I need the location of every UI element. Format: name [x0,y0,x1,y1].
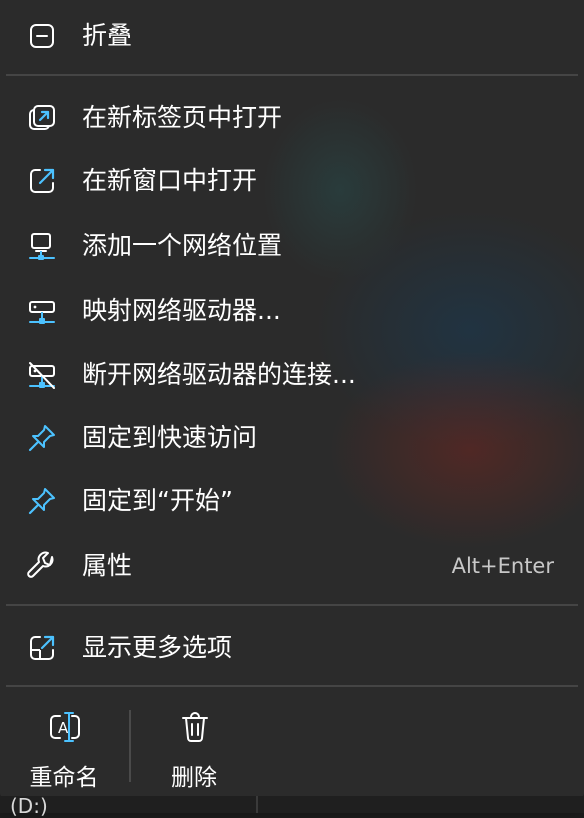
rename-button[interactable]: A 重命名 [8,698,120,794]
menu-item-label: 在新窗口中打开 [82,166,258,195]
menu-separator [6,74,578,76]
menu-item-pin-start[interactable]: 固定到“开始” [6,471,578,531]
menu-item-disconnect-network-drive[interactable]: 断开网络驱动器的连接... [6,345,578,405]
menu-item-label: 属性 [82,551,133,580]
pin-icon [26,485,58,517]
menu-item-collapse[interactable]: 折叠 [6,6,578,66]
rename-label: 重命名 [29,765,99,791]
menu-item-label: 添加一个网络位置 [82,231,283,260]
menu-item-label: 固定到“开始” [82,486,233,515]
background-file-list: (D:) [0,794,584,818]
menu-item-show-more-options[interactable]: 显示更多选项 [6,618,578,678]
network-drive-disconnect-icon [26,359,58,391]
menu-separator [6,685,578,687]
rename-icon: A [48,710,82,744]
collapse-icon [26,20,58,52]
menu-item-add-network-location[interactable]: 添加一个网络位置 [6,216,578,276]
wrench-icon [26,550,58,582]
menu-item-open-new-window[interactable]: 在新窗口中打开 [6,151,578,211]
menu-item-open-new-tab[interactable]: 在新标签页中打开 [6,88,578,148]
menu-item-map-network-drive[interactable]: 映射网络驱动器... [6,281,578,341]
pin-icon [26,422,58,454]
open-new-tab-icon [26,102,58,134]
menu-item-label: 映射网络驱动器... [82,296,281,325]
menu-item-label: 在新标签页中打开 [82,103,283,132]
menu-item-pin-quick-access[interactable]: 固定到快速访问 [6,408,578,468]
show-more-icon [26,632,58,664]
menu-separator [6,604,578,606]
drive-label[interactable]: (D:) [10,794,48,818]
bottom-command-bar: A 重命名 删除 [0,688,584,803]
network-computer-icon [26,230,58,262]
menu-item-label: 显示更多选项 [82,633,233,662]
pane-divider [256,796,258,813]
menu-item-label: 断开网络驱动器的连接... [82,360,356,389]
delete-label: 删除 [171,765,217,791]
trash-icon [178,710,212,744]
bottom-bar-divider [129,710,131,782]
open-new-window-icon [26,165,58,197]
menu-item-properties[interactable]: 属性 Alt+Enter [6,536,578,596]
menu-item-label: 折叠 [82,21,133,50]
context-menu: 折叠 在新标签页中打开 在新窗口中打开 添加一个网络位置 映射网络驱动器... … [0,0,584,803]
delete-button[interactable]: 删除 [138,698,250,794]
keyboard-shortcut: Alt+Enter [451,554,554,578]
menu-item-label: 固定到快速访问 [82,423,258,452]
network-drive-icon [26,295,58,327]
svg-text:A: A [58,719,69,737]
